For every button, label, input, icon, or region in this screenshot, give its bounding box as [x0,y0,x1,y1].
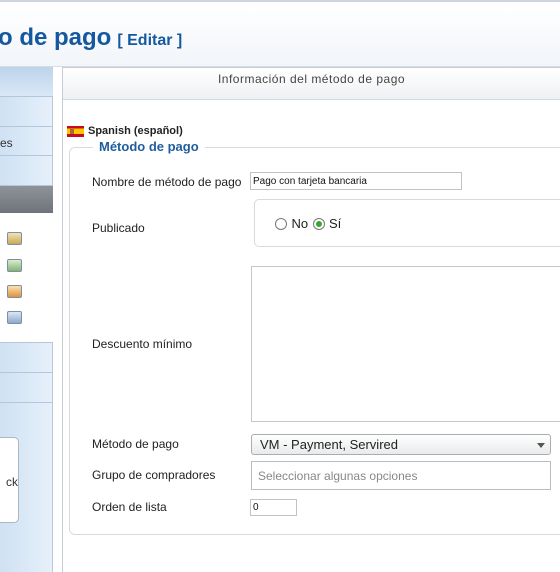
list-order-input[interactable] [250,499,297,516]
method-label: Método de pago [92,437,179,451]
payment-method-panel: Información del método de pago Spanish (… [62,67,560,572]
discount-textarea[interactable] [251,266,560,422]
sidebar-item[interactable] [0,373,53,403]
shopper-group-label: Grupo de compradores [92,468,216,482]
card-icon[interactable] [7,311,22,324]
language-indicator: Spanish (español) [67,125,183,137]
sidebar: es ck [0,67,53,572]
payment-method-value: VM - Payment, Servired [260,437,398,452]
list-order-label: Orden de lista [92,500,167,514]
store-icon[interactable] [7,232,22,245]
sidebar-icon-list [0,213,53,343]
published-no-label[interactable]: No [291,216,308,231]
payment-method-select[interactable]: VM - Payment, Servired [251,434,551,455]
fieldset-legend: Método de pago [93,139,205,154]
chevron-down-icon [537,443,545,448]
spain-flag-icon [67,125,84,137]
sidebar-box-label: ck [6,475,18,489]
published-yes-radio[interactable] [312,218,325,230]
language-label: Spanish (español) [88,125,183,137]
published-no-radio[interactable] [275,218,287,230]
payment-name-input[interactable] [250,172,462,190]
sidebar-item[interactable] [0,97,53,127]
sidebar-section-header[interactable] [0,186,53,213]
page-title: o de pago [ Editar ] [0,24,182,52]
panel-heading: Información del método de pago [63,68,560,100]
page-title-text: o de pago [0,24,112,51]
sidebar-item[interactable] [0,156,53,186]
sidebar-box[interactable]: ck [0,437,19,523]
published-label: Publicado [92,221,145,235]
edit-link[interactable]: [ Editar ] [117,32,182,49]
copy-icon[interactable] [7,259,22,272]
published-yes-label[interactable]: Sí [329,216,341,231]
shopper-group-multiselect[interactable]: Seleccionar algunas opciones [251,461,551,490]
sidebar-item-label: es [0,136,13,150]
published-radio-group: No Sí [254,199,560,247]
page-header: o de pago [ Editar ] [0,0,560,67]
discount-label: Descuento mínimo [92,337,193,351]
sidebar-item[interactable] [0,343,53,373]
sidebar-item[interactable] [0,67,53,97]
truck-icon[interactable] [7,285,22,298]
name-label: Nombre de método de pago [92,175,242,189]
shopper-group-placeholder: Seleccionar algunas opciones [258,469,418,483]
sidebar-item[interactable]: es [0,127,53,156]
